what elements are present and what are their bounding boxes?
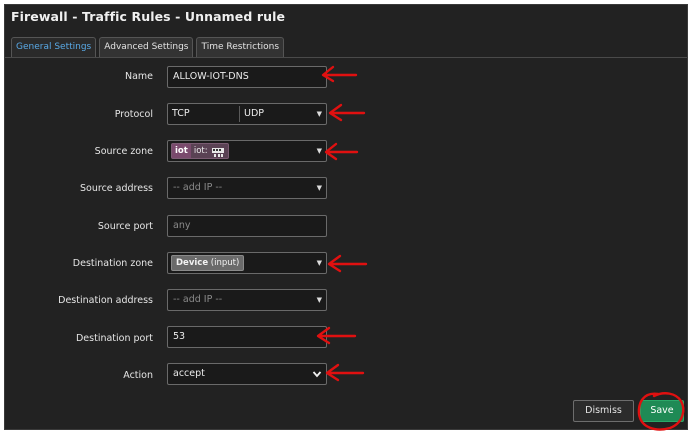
- action-label: Action: [123, 370, 153, 381]
- zone-name: iot: [172, 144, 191, 158]
- source-address-placeholder: -- add IP --: [173, 182, 223, 193]
- source-port-label: Source port: [97, 221, 153, 232]
- zone-badge-iot: iot iot:: [171, 143, 229, 159]
- name-label: Name: [124, 71, 153, 82]
- network-icon: [211, 146, 225, 157]
- destination-zone-select[interactable]: Device (input) ▼: [167, 252, 327, 274]
- device-suffix: (input): [210, 258, 240, 268]
- caret-down-icon: ▼: [316, 147, 322, 155]
- tab-advanced-settings[interactable]: Advanced Settings: [99, 37, 194, 57]
- rule-dialog: Firewall - Traffic Rules - Unnamed rule …: [4, 4, 688, 430]
- chevron-down-icon: [312, 364, 322, 392]
- caret-down-icon: ▼: [316, 110, 322, 118]
- protocol-tcp: TCP: [172, 108, 190, 119]
- destination-port-label: Destination port: [75, 333, 153, 344]
- tab-time-restrictions[interactable]: Time Restrictions: [196, 37, 285, 57]
- protocol-label: Protocol: [114, 109, 153, 120]
- zone-badge-device: Device (input): [171, 255, 245, 271]
- device-label: Device: [176, 258, 209, 268]
- tab-general-settings[interactable]: General Settings: [11, 37, 97, 57]
- save-button[interactable]: Save: [640, 400, 684, 422]
- destination-port-input[interactable]: 53: [167, 326, 327, 348]
- protocol-select[interactable]: TCP UDP ▼: [167, 103, 327, 125]
- caret-down-icon: ▼: [316, 184, 322, 192]
- protocol-udp: UDP: [244, 108, 264, 119]
- zone-text: iot:: [193, 146, 208, 156]
- action-select[interactable]: accept: [167, 363, 327, 385]
- destination-address-select[interactable]: -- add IP -- ▼: [167, 289, 327, 311]
- destination-address-placeholder: -- add IP --: [173, 294, 223, 305]
- action-value: accept: [173, 368, 205, 379]
- source-port-input[interactable]: any: [167, 215, 327, 237]
- tab-divider: [5, 57, 687, 58]
- dialog-title: Firewall - Traffic Rules - Unnamed rule: [11, 9, 286, 24]
- source-zone-select[interactable]: iot iot: ▼: [167, 140, 327, 162]
- destination-zone-label: Destination zone: [72, 258, 153, 269]
- tab-bar: General Settings Advanced Settings Time …: [11, 37, 287, 57]
- destination-address-label: Destination address: [58, 295, 153, 306]
- protocol-separator: [239, 106, 240, 122]
- caret-down-icon: ▼: [316, 296, 322, 304]
- dismiss-button[interactable]: Dismiss: [573, 400, 634, 422]
- source-zone-label: Source zone: [94, 146, 153, 157]
- source-address-label: Source address: [80, 183, 153, 194]
- name-input[interactable]: ALLOW-IOT-DNS: [167, 66, 327, 88]
- caret-down-icon: ▼: [316, 259, 322, 267]
- source-address-select[interactable]: -- add IP -- ▼: [167, 177, 327, 199]
- source-port-placeholder: any: [173, 220, 191, 231]
